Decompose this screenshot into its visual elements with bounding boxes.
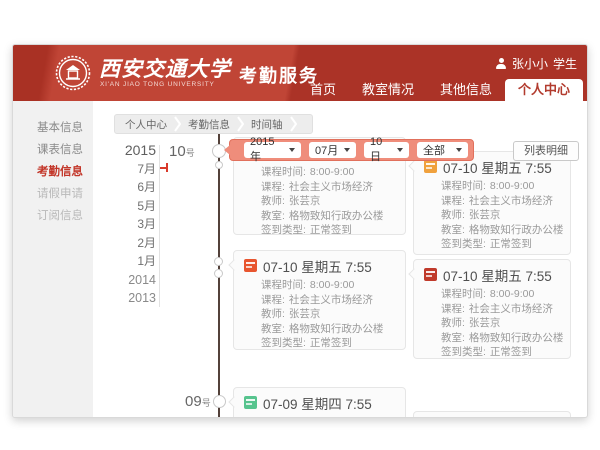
- list-detail-button[interactable]: 列表明细: [513, 141, 579, 161]
- calendar-icon: [424, 160, 437, 173]
- scale-month-may[interactable]: 5月: [108, 197, 156, 216]
- sidebar-item-basic-info[interactable]: 基本信息: [13, 117, 93, 139]
- user-name: 张小小: [512, 55, 548, 72]
- chevron-right-icon: [174, 116, 181, 132]
- sidebar: 基本信息 课表信息 考勤信息 请假申请 订阅信息: [13, 101, 93, 418]
- type-dropdown[interactable]: 全部: [417, 142, 468, 158]
- scale-month-january[interactable]: 1月: [108, 252, 156, 271]
- university-name-en: XI'AN JIAO TONG UNIVERSITY: [100, 81, 215, 88]
- main-nav: 首页 教室情况 其他信息 个人中心: [297, 79, 583, 101]
- day-label-10: 10号: [169, 143, 195, 161]
- sidebar-item-attendance-info[interactable]: 考勤信息: [13, 161, 93, 183]
- breadcrumb-attendance-info[interactable]: 考勤信息: [188, 117, 230, 132]
- nav-other-info[interactable]: 其他信息: [427, 79, 505, 101]
- calendar-icon: [424, 268, 437, 281]
- nav-personal-center[interactable]: 个人中心: [505, 79, 583, 101]
- chevron-right-icon: [290, 116, 297, 132]
- calendar-icon: [244, 396, 257, 409]
- day-label-09: 09号: [185, 393, 211, 411]
- user-info[interactable]: 张小小 学生: [496, 55, 577, 72]
- year-dropdown[interactable]: 2015年: [244, 142, 301, 158]
- app-window: 西安交通大学 XI'AN JIAO TONG UNIVERSITY 考勤服务 张…: [12, 44, 588, 418]
- day-dropdown[interactable]: 10日: [364, 142, 409, 158]
- attendance-card: 07-10 星期五 7:55 课程时间:8:00-9:00 课程:社会主义市场经…: [233, 250, 406, 350]
- breadcrumb-timeline[interactable]: 时间轴: [251, 117, 283, 132]
- sidebar-item-subscription-info[interactable]: 订阅信息: [13, 205, 93, 227]
- user-icon: [496, 58, 507, 69]
- page: 西安交通大学 XI'AN JIAO TONG UNIVERSITY 考勤服务 张…: [0, 0, 600, 450]
- scale-year-2013[interactable]: 2013: [108, 289, 156, 308]
- nav-home[interactable]: 首页: [297, 79, 349, 101]
- app-header: 西安交通大学 XI'AN JIAO TONG UNIVERSITY 考勤服务 张…: [13, 45, 588, 101]
- timeline-node: [215, 161, 223, 169]
- breadcrumb: 个人中心 考勤信息 时间轴: [114, 114, 313, 134]
- card-date-title: 07-09 星期四 7:55: [263, 393, 372, 413]
- attendance-card-partial: [413, 411, 571, 418]
- scale-year-2014[interactable]: 2014: [108, 271, 156, 290]
- attendance-card: 07-09 星期四 7:55: [233, 387, 406, 418]
- chevron-down-icon: [456, 148, 462, 152]
- nav-classrooms[interactable]: 教室情况: [349, 79, 427, 101]
- attendance-card: 07-10 星期五 7:55 课程时间:8:00-9:00 课程:社会主义市场经…: [413, 151, 571, 255]
- card-date-title: 07-10 星期五 7:55: [443, 265, 552, 285]
- date-filter-bar: 2015年 07月 10日 全部: [229, 139, 474, 161]
- university-logo-icon: [55, 55, 91, 91]
- current-month-marker: [166, 163, 168, 172]
- scale-divider-line: [159, 145, 160, 307]
- chevron-down-icon: [397, 148, 403, 152]
- scale-month-july[interactable]: 7月: [108, 160, 156, 179]
- scale-year-2015[interactable]: 2015: [108, 141, 156, 160]
- sidebar-item-schedule-info[interactable]: 课表信息: [13, 139, 93, 161]
- university-name-cn: 西安交通大学: [99, 53, 231, 83]
- chevron-down-icon: [289, 148, 295, 152]
- breadcrumb-personal-center[interactable]: 个人中心: [125, 117, 167, 132]
- chevron-right-icon: [237, 116, 244, 132]
- sidebar-item-leave-request[interactable]: 请假申请: [13, 183, 93, 205]
- user-role: 学生: [553, 55, 577, 72]
- scale-month-february[interactable]: 2月: [108, 234, 156, 253]
- scale-month-march[interactable]: 3月: [108, 215, 156, 234]
- timeline-node: [213, 395, 226, 408]
- timeline-node: [214, 257, 223, 266]
- calendar-icon: [244, 259, 257, 272]
- scale-month-june[interactable]: 6月: [108, 178, 156, 197]
- attendance-card: 07-10 星期五 7:55 课程时间:8:00-9:00 课程:社会主义市场经…: [413, 259, 571, 359]
- month-dropdown[interactable]: 07月: [309, 142, 356, 158]
- timeline-scale: 2015 7月 6月 5月 3月 2月 1月 2014 2013: [108, 141, 156, 308]
- timeline-node: [214, 269, 223, 278]
- chevron-down-icon: [344, 148, 350, 152]
- card-date-title: 07-10 星期五 7:55: [263, 256, 372, 276]
